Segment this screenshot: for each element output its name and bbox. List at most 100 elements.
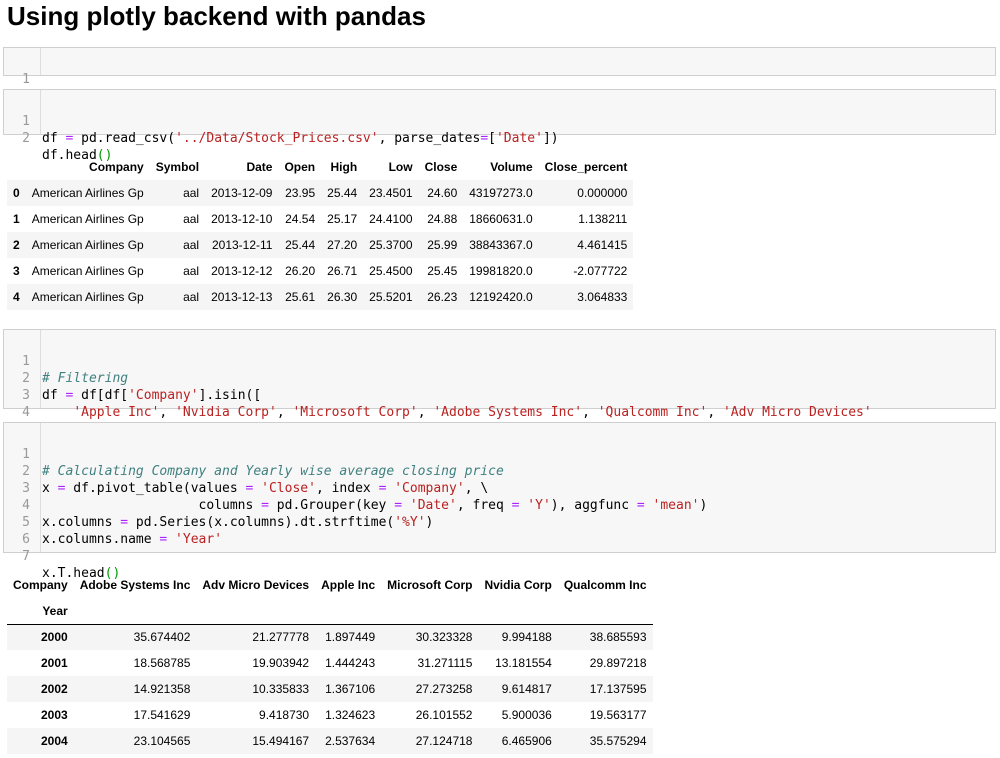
- table-cell: 25.99: [427, 238, 458, 252]
- code-line: 3 'Apple Inc', 'Nvidia Corp', 'Microsoft…: [4, 370, 995, 420]
- column-header: Low: [388, 160, 413, 174]
- table-cell: 27.124718: [415, 734, 473, 748]
- table-cell: 26.101552: [415, 708, 473, 722]
- table-cell: American Airlines Gp: [31, 238, 144, 252]
- table-cell: 17.137595: [589, 682, 647, 696]
- table-cell: 9.418730: [259, 708, 310, 722]
- table-row: 2004 23.104565 15.494167 2.537634 27.124…: [7, 728, 653, 754]
- table-row: 2001 18.568785 19.903942 1.444243 31.271…: [7, 650, 653, 676]
- table-cell: 1.897449: [325, 630, 376, 645]
- table-cell: 38843367.0: [469, 238, 533, 252]
- index-header: [7, 154, 26, 180]
- table-cell: aal: [183, 212, 200, 226]
- table-cell: 2013-12-12: [211, 264, 273, 278]
- column-header: High: [330, 160, 358, 174]
- table-cell: 26.71: [327, 264, 358, 278]
- table-cell: 38.685593: [589, 630, 647, 645]
- code-line: 2 x = df.pivot_table(values = 'Close', i…: [4, 446, 995, 496]
- table-cell: 29.897218: [589, 656, 647, 670]
- code-line: 1 df = pd.read_csv('../Data/Stock_Prices…: [4, 96, 995, 146]
- table-cell: 14.921358: [133, 682, 191, 696]
- table-cell: 23.4501: [369, 186, 413, 200]
- table-cell: 25.44: [285, 238, 316, 252]
- table-cell: American Airlines Gp: [31, 212, 144, 226]
- row-index: 2004: [40, 734, 68, 748]
- column-header: Apple Inc: [321, 578, 376, 592]
- table-cell: 25.17: [327, 212, 358, 226]
- index-name-header: Year: [7, 598, 74, 625]
- code-line: 4 x.columns = pd.Series(x.columns).dt.st…: [4, 480, 995, 530]
- column-header: Open: [284, 160, 316, 174]
- table-cell: 12192420.0: [469, 290, 533, 304]
- column-header: Symbol: [155, 160, 200, 174]
- code-line: 1 # Filtering: [4, 336, 995, 386]
- row-index: 0: [13, 186, 20, 200]
- table-cell: aal: [183, 290, 200, 304]
- code-line: 4 ])]: [4, 387, 995, 437]
- table-cell: 2013-12-11: [211, 238, 273, 252]
- table-cell: 35.575294: [589, 734, 647, 748]
- pivot-table: Company Adobe Systems Inc Adv Micro Devi…: [7, 572, 653, 754]
- table-cell: 21.277778: [252, 630, 310, 645]
- table-row: 2000 35.674402 21.277778 1.897449 30.323…: [7, 624, 653, 650]
- table-row: 3 American Airlines Gp aal 2013-12-12 26…: [7, 258, 633, 284]
- table-cell: American Airlines Gp: [31, 186, 144, 200]
- table-cell: 1.367106: [325, 682, 376, 696]
- table-cell: 26.20: [285, 264, 316, 278]
- table-cell: American Airlines Gp: [31, 264, 144, 278]
- dataframe-head-table: Company Symbol Date Open High Low Close …: [7, 154, 634, 310]
- table-cell: 31.271115: [417, 656, 473, 670]
- table-cell: 43197273.0: [469, 186, 533, 200]
- table-cell: 35.674402: [133, 630, 191, 645]
- table-cell: 18.568785: [133, 656, 191, 670]
- table-header-row: Company Symbol Date Open High Low Close …: [7, 154, 633, 180]
- table-cell: 23.95: [285, 186, 316, 200]
- table-cell: 2.537634: [325, 734, 376, 748]
- table-cell: 18660631.0: [469, 212, 533, 226]
- code-line: 3 columns = pd.Grouper(key = 'Date', fre…: [4, 463, 995, 513]
- table-cell: 19.563177: [589, 708, 647, 722]
- column-header: Date: [246, 160, 273, 174]
- code-line: 5 x.columns.name = 'Year': [4, 497, 995, 547]
- line-number: 2: [22, 131, 30, 146]
- column-header: Company: [89, 160, 144, 174]
- line-number: 1: [22, 72, 30, 87]
- table-cell: -2.077722: [573, 264, 628, 278]
- table-cell: 1.444243: [325, 656, 376, 670]
- index-name-row: Year: [7, 598, 653, 625]
- code-cell-read-csv[interactable]: 1 df = pd.read_csv('../Data/Stock_Prices…: [3, 89, 996, 163]
- table-row: 4 American Airlines Gp aal 2013-12-13 25…: [7, 284, 634, 310]
- column-header: Volume: [490, 160, 533, 174]
- table-cell: 3.064833: [577, 290, 628, 304]
- code-cell-filtering[interactable]: 1 # Filtering 2 df = df[df['Company'].is…: [3, 329, 996, 437]
- code-line: 2 df = df[df['Company'].isin([: [4, 353, 995, 403]
- row-index: 2003: [40, 708, 68, 722]
- column-header: Qualcomm Inc: [563, 578, 647, 592]
- column-header: Microsoft Corp: [387, 578, 473, 592]
- table-cell: 2013-12-09: [211, 186, 273, 200]
- column-header: Nvidia Corp: [484, 578, 552, 592]
- table-cell: 17.541629: [133, 708, 191, 722]
- column-header: Close: [424, 160, 458, 174]
- table-cell: 24.4100: [369, 212, 413, 226]
- table-cell: 2013-12-13: [211, 290, 273, 304]
- table-cell: 1.324623: [325, 708, 376, 722]
- table-cell: 5.900036: [501, 708, 552, 722]
- line-number: 7: [22, 549, 30, 564]
- line-number: 4: [22, 405, 30, 420]
- column-header: Close_percent: [544, 160, 628, 174]
- table-cell: 26.23: [427, 290, 458, 304]
- table-cell: 24.88: [427, 212, 458, 226]
- table-cell: 25.4500: [369, 264, 413, 278]
- table-cell: 23.104565: [133, 734, 191, 748]
- row-index: 2000: [40, 630, 68, 645]
- table-cell: 6.465906: [501, 734, 552, 748]
- table-cell: 0.000000: [577, 186, 628, 200]
- code-line: 6: [4, 514, 995, 547]
- table-cell: 13.181554: [495, 656, 552, 670]
- table-row: 0 American Airlines Gp aal 2013-12-09 23…: [7, 180, 634, 206]
- code-cell-pivot[interactable]: 1 # Calculating Company and Yearly wise …: [3, 422, 996, 581]
- table-row: 2 American Airlines Gp aal 2013-12-11 25…: [7, 232, 634, 258]
- row-index: 2002: [40, 682, 68, 696]
- code-cell-import[interactable]: 1 import pandas as pd: [3, 47, 996, 104]
